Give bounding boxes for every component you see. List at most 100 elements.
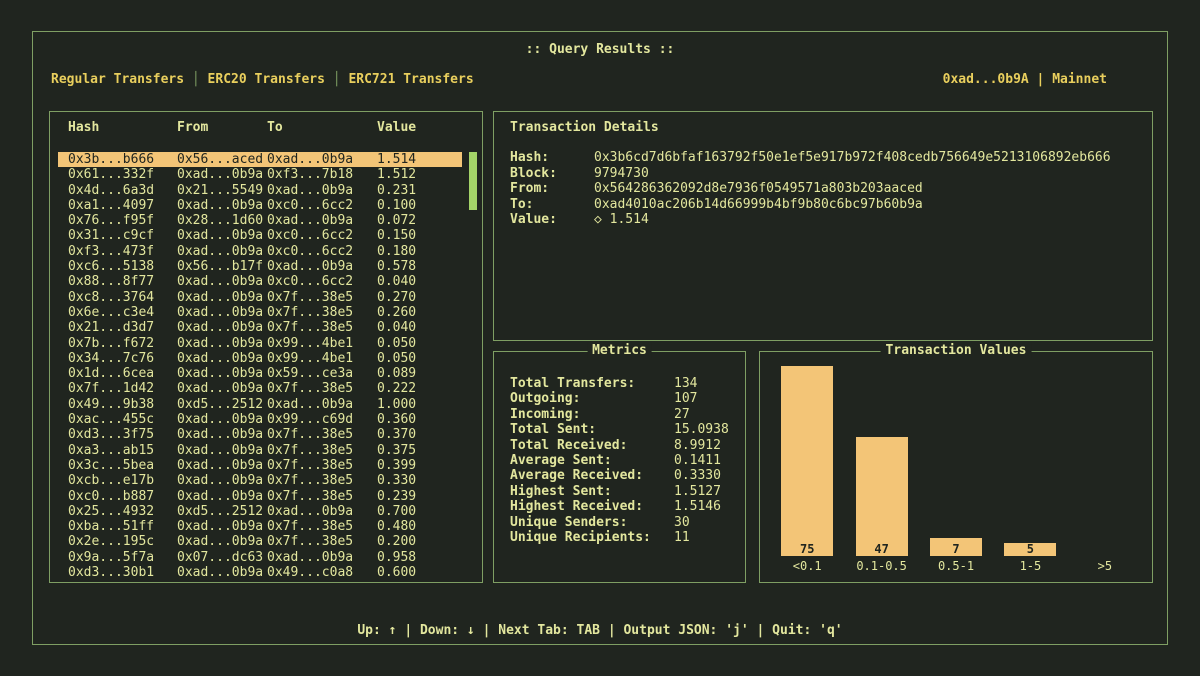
- table-row[interactable]: 0xc6...51380x56...b17f0xad...0b9a0.578: [58, 259, 462, 274]
- chart-slot: 70.5-1: [919, 364, 993, 574]
- table-cell: 0xd3...3f75: [68, 427, 177, 442]
- chart-bar: 75: [781, 366, 833, 556]
- table-cell: 0.040: [377, 274, 462, 289]
- detail-field: Value:◇ 1.514: [510, 212, 1144, 228]
- axis-tick-label: >5: [1098, 558, 1112, 574]
- table-row[interactable]: 0x21...d3d70xad...0b9a0x7f...38e50.040: [58, 320, 462, 335]
- table-cell: 0x07...dc63: [177, 550, 267, 565]
- bar-area: 47: [844, 364, 918, 556]
- table-cell: 0xac...455c: [68, 412, 177, 427]
- table-cell: 0xc6...5138: [68, 259, 177, 274]
- table-row[interactable]: 0xf3...473f0xad...0b9a0xc0...6cc20.180: [58, 244, 462, 259]
- bar-value-label: 47: [856, 542, 908, 556]
- table-row[interactable]: 0xd3...30b10xad...0b9a0x49...c0a80.600: [58, 565, 462, 580]
- table-cell: 0xad...0b9a: [177, 381, 267, 396]
- table-cell: 0x7b...f672: [68, 336, 177, 351]
- bar-value-label: 75: [781, 542, 833, 556]
- metric-row: Total Sent:15.0938: [510, 422, 737, 437]
- table-cell: 0x7f...1d42: [68, 381, 177, 396]
- table-cell: 0.180: [377, 244, 462, 259]
- metric-value: 107: [674, 391, 697, 406]
- table-row[interactable]: 0x1d...6cea0xad...0b9a0x59...ce3a0.089: [58, 366, 462, 381]
- detail-label: To:: [510, 197, 594, 213]
- column-header: To: [267, 120, 377, 135]
- table-row[interactable]: 0xd3...3f750xad...0b9a0x7f...38e50.370: [58, 427, 462, 442]
- table-cell: 0xad...0b9a: [177, 167, 267, 182]
- table-row[interactable]: 0xac...455c0xad...0b9a0x99...c69d0.360: [58, 412, 462, 427]
- table-cell: 0.231: [377, 183, 462, 198]
- table-row[interactable]: 0x6e...c3e40xad...0b9a0x7f...38e50.260: [58, 305, 462, 320]
- table-cell: 0x21...5549: [177, 183, 267, 198]
- tab-regular-transfers[interactable]: Regular Transfers: [51, 72, 184, 87]
- table-scrollbar[interactable]: [469, 152, 477, 574]
- table-row[interactable]: 0x25...49320xd5...25120xad...0b9a0.700: [58, 504, 462, 519]
- axis-tick-label: 0.5-1: [938, 558, 974, 574]
- table-row[interactable]: 0xa1...40970xad...0b9a0xc0...6cc20.100: [58, 198, 462, 213]
- table-cell: 0.050: [377, 336, 462, 351]
- table-row[interactable]: 0x3c...5bea0xad...0b9a0x7f...38e50.399: [58, 458, 462, 473]
- table-cell: 0.072: [377, 213, 462, 228]
- table-row[interactable]: 0x76...f95f0x28...1d600xad...0b9a0.072: [58, 213, 462, 228]
- table-cell: 0x2e...195c: [68, 534, 177, 549]
- column-header: From: [177, 120, 267, 135]
- chart-title: Transaction Values: [881, 343, 1032, 358]
- table-cell: 0xd5...2512: [177, 504, 267, 519]
- table-row[interactable]: 0x88...8f770xad...0b9a0xc0...6cc20.040: [58, 274, 462, 289]
- table-cell: 0.089: [377, 366, 462, 381]
- scrollbar-thumb[interactable]: [469, 152, 477, 210]
- metric-row: Highest Received:1.5146: [510, 499, 737, 514]
- metric-value: 8.9912: [674, 438, 721, 453]
- table-cell: 0xd5...2512: [177, 397, 267, 412]
- table-cell: 0xba...51ff: [68, 519, 177, 534]
- table-cell: 0x61...332f: [68, 167, 177, 182]
- table-row[interactable]: 0x34...7c760xad...0b9a0x99...4be10.050: [58, 351, 462, 366]
- metrics-title: Metrics: [587, 343, 652, 358]
- tab-erc20-transfers[interactable]: ERC20 Transfers: [208, 72, 325, 87]
- table-row[interactable]: 0x7b...f6720xad...0b9a0x99...4be10.050: [58, 336, 462, 351]
- table-cell: 0xad...0b9a: [177, 427, 267, 442]
- detail-field: Block:9794730: [510, 166, 1144, 182]
- table-row[interactable]: 0x7f...1d420xad...0b9a0x7f...38e50.222: [58, 381, 462, 396]
- table-cell: 0x9a...5f7a: [68, 550, 177, 565]
- table-cell: 0xf3...473f: [68, 244, 177, 259]
- transfers-table-panel: HashFromToValue 0x3b...b6660x56...aced0x…: [49, 111, 483, 583]
- table-cell: 0.958: [377, 550, 462, 565]
- detail-label: Block:: [510, 166, 594, 182]
- table-row[interactable]: 0xba...51ff0xad...0b9a0x7f...38e50.480: [58, 519, 462, 534]
- table-row[interactable]: 0x31...c9cf0xad...0b9a0xc0...6cc20.150: [58, 228, 462, 243]
- table-row[interactable]: 0xc8...37640xad...0b9a0x7f...38e50.270: [58, 290, 462, 305]
- table-cell: 0.700: [377, 504, 462, 519]
- table-cell: 0.222: [377, 381, 462, 396]
- table-row[interactable]: 0xa3...ab150xad...0b9a0x7f...38e50.375: [58, 443, 462, 458]
- table-cell: 0xad...0b9a: [177, 198, 267, 213]
- metric-value: 27: [674, 407, 690, 422]
- table-row[interactable]: 0xcb...e17b0xad...0b9a0x7f...38e50.330: [58, 473, 462, 488]
- terminal-screen: :: Query Results :: Regular Transfers │ …: [0, 0, 1200, 676]
- tab-separator: │: [184, 72, 207, 87]
- table-row[interactable]: 0xc0...b8870xad...0b9a0x7f...38e50.239: [58, 489, 462, 504]
- table-row[interactable]: 0x3b...b6660x56...aced0xad...0b9a1.514: [58, 152, 462, 167]
- table-cell: 0xad...0b9a: [177, 443, 267, 458]
- tab-erc721-transfers[interactable]: ERC721 Transfers: [348, 72, 473, 87]
- table-row[interactable]: 0x49...9b380xd5...25120xad...0b9a1.000: [58, 397, 462, 412]
- table-cell: 0x7f...38e5: [267, 427, 377, 442]
- table-cell: 0.050: [377, 351, 462, 366]
- table-row[interactable]: 0x2e...195c0xad...0b9a0x7f...38e50.200: [58, 534, 462, 549]
- table-row[interactable]: 0x9a...5f7a0x07...dc630xad...0b9a0.958: [58, 550, 462, 565]
- table-cell: 0.375: [377, 443, 462, 458]
- table-cell: 0xa3...ab15: [68, 443, 177, 458]
- table-cell: 0xad...0b9a: [267, 259, 377, 274]
- table-row[interactable]: 0x61...332f0xad...0b9a0xf3...7b181.512: [58, 167, 462, 182]
- metric-row: Outgoing:107: [510, 391, 737, 406]
- window-title: :: Query Results ::: [33, 42, 1167, 57]
- column-header: Hash: [68, 120, 177, 135]
- table-row[interactable]: 0x4d...6a3d0x21...55490xad...0b9a0.231: [58, 183, 462, 198]
- table-cell: 0xad...0b9a: [177, 473, 267, 488]
- table-cell: 0.360: [377, 412, 462, 427]
- table-cell: 0x49...9b38: [68, 397, 177, 412]
- table-cell: 0xad...0b9a: [177, 274, 267, 289]
- bar-value-label: 5: [1004, 542, 1056, 556]
- table-cell: 0xad...0b9a: [177, 320, 267, 335]
- table-cell: 1.000: [377, 397, 462, 412]
- table-cell: 0x7f...38e5: [267, 320, 377, 335]
